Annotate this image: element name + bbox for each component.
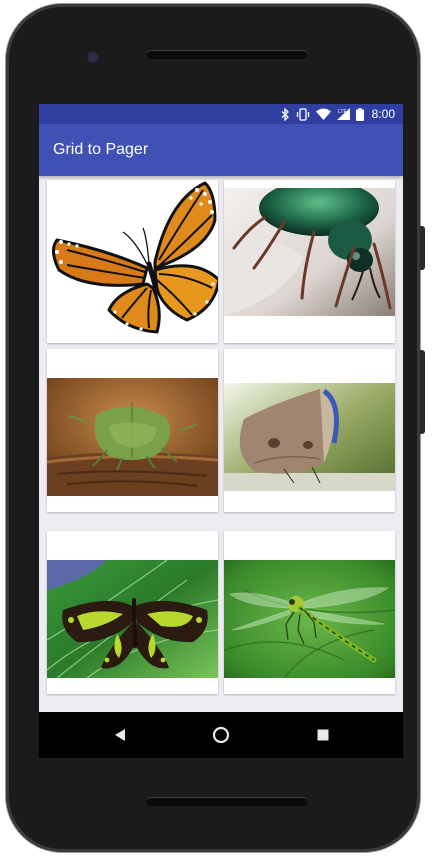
green-dragonfly-image	[224, 560, 395, 678]
back-icon[interactable]	[108, 723, 132, 747]
image-grid	[39, 176, 403, 712]
bottom-speaker	[146, 797, 308, 806]
grid-item-green-stink-bug[interactable]	[47, 349, 218, 512]
status-time: 8:00	[371, 107, 395, 121]
front-camera	[86, 50, 100, 64]
wifi-icon	[315, 108, 331, 120]
navigation-bar	[39, 712, 403, 758]
grid-item-green-dragonfly[interactable]	[224, 531, 395, 694]
grid-item-malachite-butterfly[interactable]	[47, 531, 218, 694]
status-bar: LTE 8:00	[39, 104, 403, 124]
lte-icon: LTE	[336, 108, 350, 120]
green-beetle-image	[224, 188, 395, 316]
top-speaker	[146, 50, 308, 59]
power-button	[420, 226, 425, 270]
app-title: Grid to Pager	[53, 141, 149, 158]
vibrate-icon	[296, 107, 310, 121]
malachite-butterfly-image	[47, 560, 218, 678]
home-icon[interactable]	[209, 723, 233, 747]
bluetooth-icon	[281, 107, 290, 121]
grid-item-monarch-butterfly[interactable]	[47, 180, 218, 343]
grid-item-brown-butterfly[interactable]	[224, 349, 395, 512]
monarch-butterfly-image	[47, 180, 218, 340]
screen: LTE 8:00 Grid to Pager	[39, 104, 403, 712]
svg-text:LTE: LTE	[338, 109, 347, 115]
green-stink-bug-image	[47, 378, 218, 496]
grid-item-green-beetle[interactable]	[224, 180, 395, 343]
brown-butterfly-image	[224, 383, 395, 491]
app-bar: Grid to Pager	[39, 124, 403, 176]
recents-icon[interactable]	[311, 723, 335, 747]
volume-button	[420, 350, 425, 434]
battery-icon	[355, 107, 364, 121]
